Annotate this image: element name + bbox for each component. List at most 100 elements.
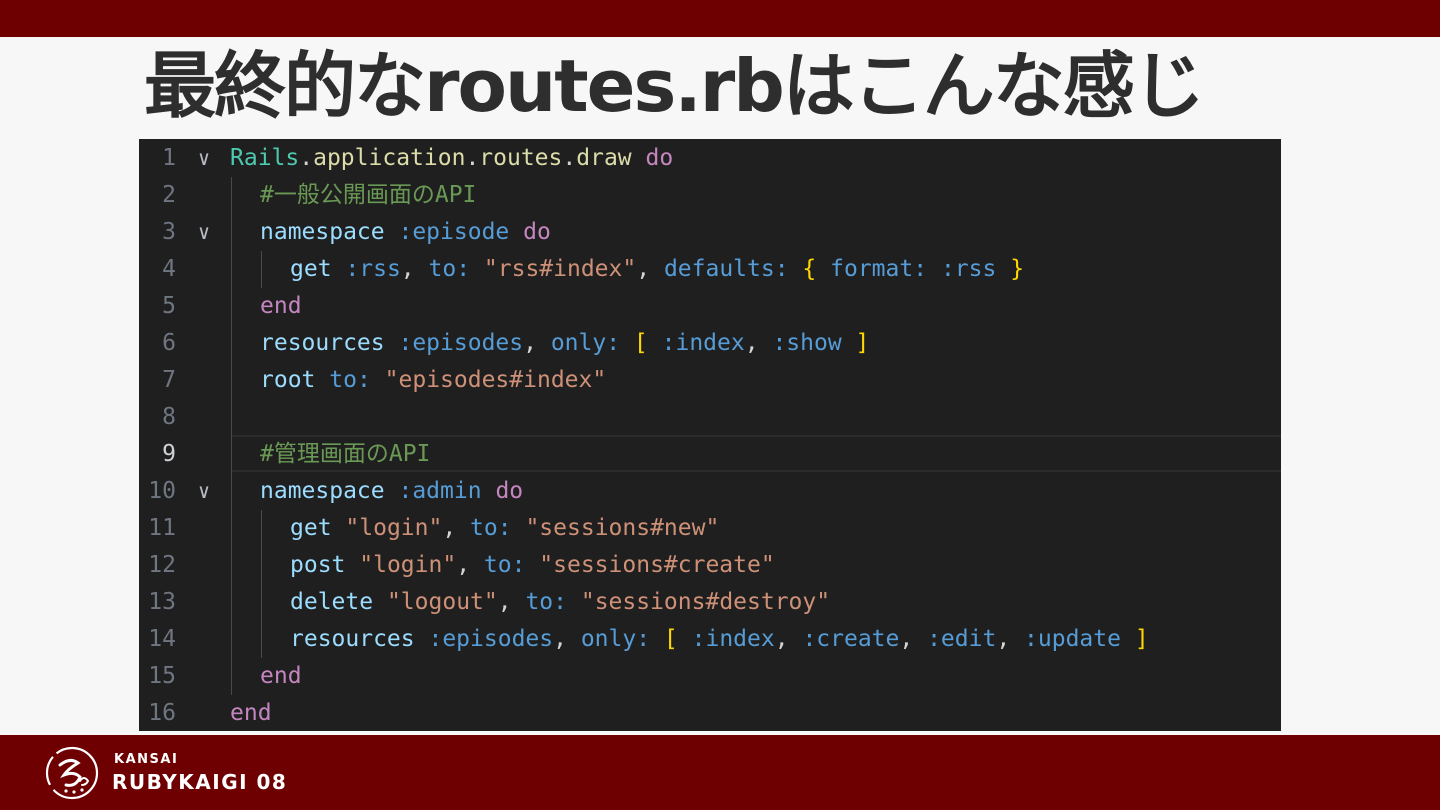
code-token: only: <box>550 330 621 356</box>
code-line[interactable]: 12 post "login", to: "sessions#create" <box>139 547 1281 584</box>
code-line[interactable]: 5 end <box>139 288 1281 325</box>
code-line[interactable]: 3 ∨ namespace :episode do <box>139 214 1281 251</box>
line-number: 3 <box>162 219 176 245</box>
code-line[interactable]: 1 ∨ Rails.application.routes.draw do <box>139 140 1281 177</box>
fold-chevron-icon[interactable]: ∨ <box>193 473 215 510</box>
code-token: to: <box>428 256 471 282</box>
slide-title: 最終的なroutes.rbはこんな感じ <box>144 44 1205 128</box>
code-token: , <box>456 552 484 578</box>
code-token: defaults: <box>663 256 789 282</box>
line-number: 11 <box>148 515 176 541</box>
code-line[interactable]: 4 get :rss, to: "rss#index", defaults: { … <box>139 251 1281 288</box>
code-token: :rss <box>345 256 401 282</box>
code-token: resources <box>260 330 385 356</box>
code-line[interactable]: 13 delete "logout", to: "sessions#destroy… <box>139 584 1281 621</box>
code-editor[interactable]: 1 ∨ Rails.application.routes.draw do 2 #一般公開… <box>139 139 1281 731</box>
code-token: , <box>523 330 551 356</box>
code-token: "sessions#destroy" <box>580 589 831 615</box>
code-line[interactable]: 16 end <box>139 695 1281 731</box>
code-line[interactable]: 2 #一般公開画面のAPI <box>139 177 1281 214</box>
code-line[interactable]: 10 ∨ namespace :admin do <box>139 473 1281 510</box>
line-number: 8 <box>162 404 176 430</box>
code-text: get "login", to: "sessions#new" <box>290 510 719 547</box>
line-number: 7 <box>162 367 176 393</box>
code-text: resources :episodes, only: [ :index, :sh… <box>260 325 869 362</box>
indent-guide <box>261 251 262 288</box>
code-token: , <box>996 626 1025 652</box>
code-token: "login" <box>345 515 443 541</box>
indent-guide <box>231 177 232 695</box>
code-token: :episodes <box>398 330 524 356</box>
code-token: to: <box>525 589 567 615</box>
line-number: 4 <box>162 256 176 282</box>
code-token: , <box>899 626 928 652</box>
code-token: #一般公開画面のAPI <box>260 182 477 208</box>
line-number: 12 <box>148 552 176 578</box>
code-line[interactable]: 15 end <box>139 658 1281 695</box>
code-token: delete <box>290 589 374 615</box>
code-token: :index <box>691 626 775 652</box>
code-token: "sessions#create" <box>539 552 775 578</box>
code-token: :create <box>802 626 900 652</box>
code-token: , <box>744 330 773 356</box>
code-token: , <box>497 589 526 615</box>
code-token: :update <box>1024 626 1121 652</box>
code-token: get <box>290 256 332 282</box>
fold-chevron-icon[interactable]: ∨ <box>193 140 215 177</box>
code-token: draw <box>576 145 632 171</box>
line-number: 13 <box>148 589 176 615</box>
fold-chevron-icon[interactable]: ∨ <box>193 214 215 251</box>
code-token: "logout" <box>386 589 498 615</box>
code-token: to: <box>483 552 526 578</box>
code-line[interactable]: 7 root to: "episodes#index" <box>139 362 1281 399</box>
code-line[interactable]: 6 resources :episodes, only: [ :index, :s… <box>139 325 1281 362</box>
code-token: "sessions#new" <box>525 515 720 541</box>
code-token: ] <box>855 330 870 356</box>
code-token: } <box>1010 256 1025 282</box>
code-token: , <box>636 256 664 282</box>
code-token: :episodes <box>428 626 554 652</box>
code-token: to: <box>329 367 371 393</box>
line-number: 14 <box>148 626 176 652</box>
code-token: [ <box>633 330 648 356</box>
code-token: { <box>802 256 817 282</box>
code-text: namespace :episode do <box>260 214 551 251</box>
code-token: do <box>645 145 674 171</box>
code-token: to: <box>470 515 512 541</box>
line-number: 2 <box>162 182 176 208</box>
code-token: resources <box>290 626 415 652</box>
code-token: . <box>299 145 314 171</box>
code-token: :edit <box>927 626 997 652</box>
line-number: 15 <box>148 663 176 689</box>
code-token: do <box>523 219 551 245</box>
logo-text-kansai: KANSAI <box>114 752 179 767</box>
code-line[interactable]: 14 resources :episodes, only: [ :index, :… <box>139 621 1281 658</box>
code-token: :rss <box>940 256 997 282</box>
code-token: . <box>465 145 480 171</box>
code-text: end <box>260 658 302 695</box>
code-token: :index <box>661 330 745 356</box>
logo-text-rubykaigi: RUBYKAIGI 08 <box>112 770 288 794</box>
code-line[interactable]: 11 get "login", to: "sessions#new" <box>139 510 1281 547</box>
code-text: namespace :admin do <box>260 473 523 510</box>
code-line[interactable]: 9 #管理画面のAPI <box>139 436 1281 473</box>
code-token: root <box>260 367 316 393</box>
code-token: "episodes#index" <box>384 367 607 393</box>
code-line[interactable]: 8 <box>139 399 1281 436</box>
